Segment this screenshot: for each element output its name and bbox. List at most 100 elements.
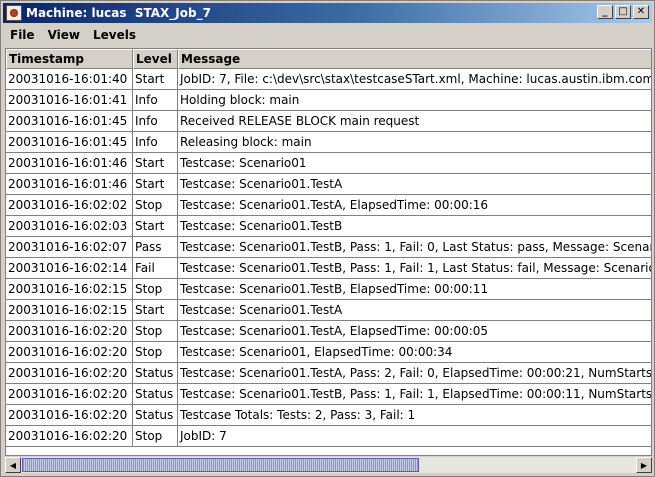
level-cell[interactable]: Start — [133, 69, 178, 89]
message-cell[interactable]: Received RELEASE BLOCK main request — [178, 111, 651, 131]
timestamp-cell[interactable]: 20031016-16:02:20 — [6, 384, 133, 404]
scroll-left-icon: ◀ — [9, 460, 17, 470]
table-row[interactable]: 20031016-16:02:02 Stop Testcase: Scenario0… — [6, 195, 651, 216]
timestamp-cell[interactable]: 20031016-16:01:45 — [6, 111, 133, 131]
table-row[interactable]: 20031016-16:02:15 Start Testcase: Scenario… — [6, 300, 651, 321]
level-cell[interactable]: Stop — [133, 195, 178, 215]
level-cell[interactable]: Info — [133, 111, 178, 131]
table-body: 20031016-16:01:40 Start JobID: 7, File: c:… — [6, 69, 651, 447]
level-cell[interactable]: Stop — [133, 279, 178, 299]
table-row[interactable]: 20031016-16:02:03 Start Testcase: Scenario… — [6, 216, 651, 237]
table-row[interactable]: 20031016-16:02:20 Status Testcase: Scenari… — [6, 384, 651, 405]
table-row[interactable]: 20031016-16:01:45 Info Received RELEASE BL… — [6, 111, 651, 132]
timestamp-cell[interactable]: 20031016-16:02:20 — [6, 363, 133, 383]
log-table: Timestamp Level Message 20031016-16:01:4… — [5, 48, 652, 456]
level-cell[interactable]: Fail — [133, 258, 178, 278]
message-cell[interactable]: Testcase: Scenario01.TestB, Pass: 1, Fai… — [178, 258, 651, 278]
timestamp-cell[interactable]: 20031016-16:01:41 — [6, 90, 133, 110]
timestamp-cell[interactable]: 20031016-16:02:20 — [6, 426, 133, 446]
table-row[interactable]: 20031016-16:02:14 Fail Testcase: Scenario0… — [6, 258, 651, 279]
message-cell[interactable]: Testcase: Scenario01.TestA — [178, 174, 651, 194]
level-cell[interactable]: Start — [133, 300, 178, 320]
table-row[interactable]: 20031016-16:02:20 Status Testcase Totals: … — [6, 405, 651, 426]
message-cell[interactable]: Testcase: Scenario01.TestA, ElapsedTime:… — [178, 321, 651, 341]
table-row[interactable]: 20031016-16:01:41 Info Holding block: main — [6, 90, 651, 111]
menu-bar: File View Levels — [3, 25, 652, 45]
timestamp-cell[interactable]: 20031016-16:02:03 — [6, 216, 133, 236]
message-cell[interactable]: JobID: 7 — [178, 426, 651, 446]
table-row[interactable]: 20031016-16:01:46 Start Testcase: Scenario… — [6, 174, 651, 195]
job-window: Machine: lucas STAX_Job_7 _ □ ✕ File Vie… — [0, 0, 655, 477]
level-cell[interactable]: Start — [133, 153, 178, 173]
table-row[interactable]: 20031016-16:02:15 Stop Testcase: Scenario0… — [6, 279, 651, 300]
table-row[interactable]: 20031016-16:02:20 Status Testcase: Scenari… — [6, 363, 651, 384]
message-cell[interactable]: Testcase: Scenario01.TestA, Pass: 2, Fai… — [178, 363, 651, 383]
level-cell[interactable]: Info — [133, 90, 178, 110]
scroll-left-button[interactable]: ◀ — [5, 457, 21, 473]
level-cell[interactable]: Stop — [133, 321, 178, 341]
level-cell[interactable]: Start — [133, 216, 178, 236]
message-cell[interactable]: Testcase: Scenario01.TestB, ElapsedTime:… — [178, 279, 651, 299]
timestamp-cell[interactable]: 20031016-16:02:02 — [6, 195, 133, 215]
message-cell[interactable]: Testcase: Scenario01.TestB, Pass: 1, Fai… — [178, 384, 651, 404]
timestamp-cell[interactable]: 20031016-16:02:15 — [6, 279, 133, 299]
message-cell[interactable]: Holding block: main — [178, 90, 651, 110]
message-cell[interactable]: JobID: 7, File: c:\dev\src\stax\testcase… — [178, 69, 651, 89]
minimize-button[interactable]: _ — [597, 5, 613, 19]
level-cell[interactable]: Stop — [133, 426, 178, 446]
column-header-timestamp[interactable]: Timestamp — [6, 49, 133, 69]
menu-levels[interactable]: Levels — [86, 28, 142, 42]
title-bar[interactable]: Machine: lucas STAX_Job_7 _ □ ✕ — [3, 3, 652, 23]
table-row[interactable]: 20031016-16:01:45 Info Releasing block: ma… — [6, 132, 651, 153]
scroll-thumb[interactable] — [22, 458, 419, 472]
close-button[interactable]: ✕ — [633, 5, 649, 19]
timestamp-cell[interactable]: 20031016-16:01:46 — [6, 153, 133, 173]
message-cell[interactable]: Testcase: Scenario01, ElapsedTime: 00:00… — [178, 342, 651, 362]
app-icon[interactable] — [6, 5, 22, 21]
level-cell[interactable]: Status — [133, 405, 178, 425]
timestamp-cell[interactable]: 20031016-16:02:20 — [6, 405, 133, 425]
message-cell[interactable]: Testcase: Scenario01.TestB, Pass: 1, Fai… — [178, 237, 651, 257]
timestamp-cell[interactable]: 20031016-16:02:20 — [6, 321, 133, 341]
table-row[interactable]: 20031016-16:02:20 Stop Testcase: Scenario0… — [6, 321, 651, 342]
level-cell[interactable]: Start — [133, 174, 178, 194]
timestamp-cell[interactable]: 20031016-16:01:45 — [6, 132, 133, 152]
close-icon: ✕ — [636, 6, 646, 17]
table-row[interactable]: 20031016-16:02:20 Stop JobID: 7 — [6, 426, 651, 447]
column-header-message[interactable]: Message — [178, 49, 651, 69]
level-cell[interactable]: Stop — [133, 342, 178, 362]
level-cell[interactable]: Pass — [133, 237, 178, 257]
menu-view[interactable]: View — [41, 28, 86, 42]
level-cell[interactable]: Status — [133, 363, 178, 383]
message-cell[interactable]: Testcase: Scenario01.TestA, ElapsedTime:… — [178, 195, 651, 215]
scroll-right-button[interactable]: ▶ — [636, 457, 652, 473]
window-title: Machine: lucas STAX_Job_7 — [26, 6, 211, 20]
scroll-right-icon: ▶ — [640, 460, 648, 470]
level-cell[interactable]: Status — [133, 384, 178, 404]
window-controls: _ □ ✕ — [595, 5, 649, 19]
timestamp-cell[interactable]: 20031016-16:02:15 — [6, 300, 133, 320]
minimize-icon: _ — [602, 6, 608, 17]
message-cell[interactable]: Releasing block: main — [178, 132, 651, 152]
message-cell[interactable]: Testcase: Scenario01 — [178, 153, 651, 173]
message-cell[interactable]: Testcase Totals: Tests: 2, Pass: 3, Fail… — [178, 405, 651, 425]
scroll-track[interactable] — [21, 457, 636, 473]
table-row[interactable]: 20031016-16:02:07 Pass Testcase: Scenario0… — [6, 237, 651, 258]
timestamp-cell[interactable]: 20031016-16:02:07 — [6, 237, 133, 257]
timestamp-cell[interactable]: 20031016-16:02:20 — [6, 342, 133, 362]
table-row[interactable]: 20031016-16:01:40 Start JobID: 7, File: c:… — [6, 69, 651, 90]
maximize-icon: □ — [618, 6, 628, 17]
level-cell[interactable]: Info — [133, 132, 178, 152]
table-row[interactable]: 20031016-16:02:20 Stop Testcase: Scenario0… — [6, 342, 651, 363]
menu-file[interactable]: File — [3, 28, 41, 42]
maximize-button[interactable]: □ — [615, 5, 631, 19]
timestamp-cell[interactable]: 20031016-16:02:14 — [6, 258, 133, 278]
app-icon-glyph — [10, 9, 18, 17]
column-header-level[interactable]: Level — [133, 49, 178, 69]
message-cell[interactable]: Testcase: Scenario01.TestA — [178, 300, 651, 320]
timestamp-cell[interactable]: 20031016-16:01:40 — [6, 69, 133, 89]
horizontal-scrollbar[interactable]: ◀ ▶ — [5, 457, 652, 473]
timestamp-cell[interactable]: 20031016-16:01:46 — [6, 174, 133, 194]
table-row[interactable]: 20031016-16:01:46 Start Testcase: Scenario… — [6, 153, 651, 174]
message-cell[interactable]: Testcase: Scenario01.TestB — [178, 216, 651, 236]
